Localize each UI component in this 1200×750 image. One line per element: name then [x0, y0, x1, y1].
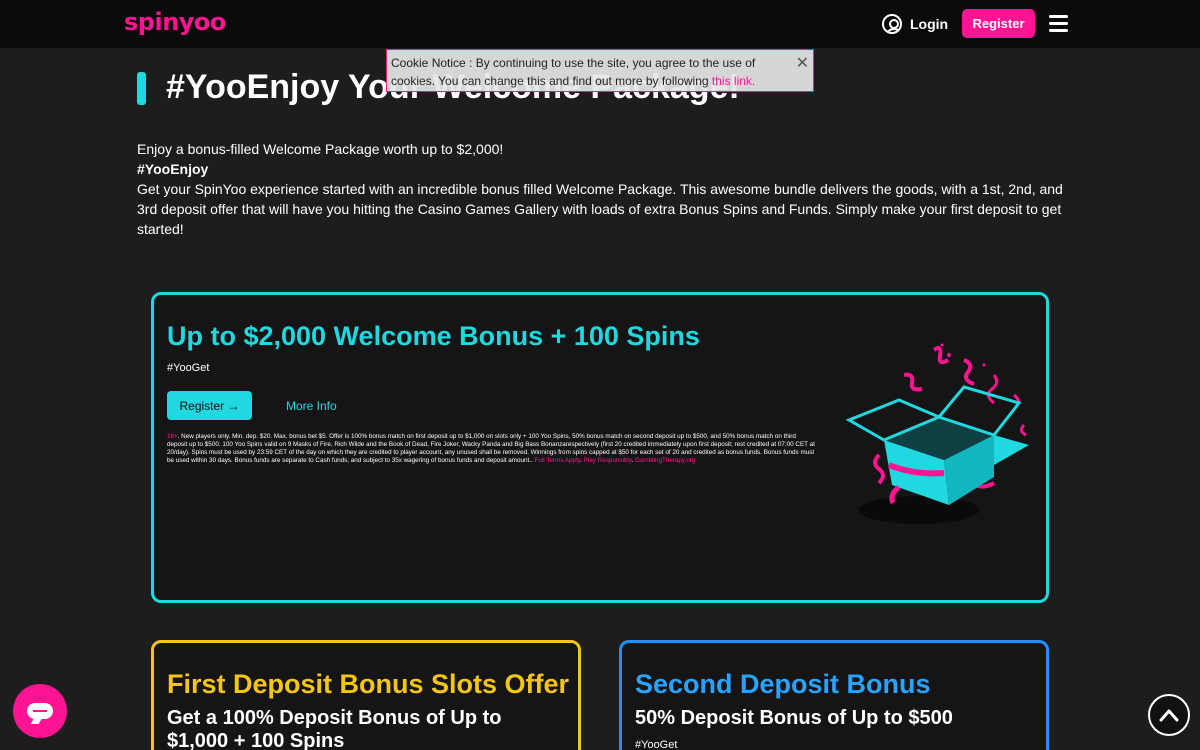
hamburger-icon[interactable] — [1049, 15, 1068, 33]
scroll-to-top-button[interactable] — [1148, 694, 1190, 736]
chat-icon — [27, 703, 53, 719]
play-responsibly-link[interactable]: Play Responsibly — [584, 457, 632, 464]
terms-text: 18+. New players only. Min. dep. $20. Ma… — [167, 433, 815, 464]
card-subtitle: Get a 100% Deposit Bonus of Up to $1,000… — [167, 707, 502, 750]
first-deposit-card: First Deposit Bonus Slots Offer Get a 10… — [151, 640, 581, 750]
cookie-text: Cookie Notice : By continuing to use the… — [391, 56, 756, 88]
intro-paragraph: Get your SpinYoo experience started with… — [137, 181, 1063, 237]
full-terms-link[interactable]: Full Terms Apply — [535, 457, 581, 464]
top-navigation-bar: spinyoo Login Register — [0, 0, 1200, 48]
intro-section: Enjoy a bonus-filled Welcome Package wor… — [137, 139, 1067, 239]
heading-accent-bar — [137, 72, 146, 105]
age-restriction: 18+ — [167, 433, 178, 440]
welcome-bonus-title: Up to $2,000 Welcome Bonus + 100 Spins — [167, 321, 700, 351]
header-register-button[interactable]: Register — [962, 9, 1035, 38]
cookie-link[interactable]: this link. — [712, 74, 755, 88]
login-button[interactable]: Login — [882, 12, 948, 36]
welcome-bonus-card: Up to $2,000 Welcome Bonus + 100 Spins #… — [151, 292, 1049, 603]
spinyoo-logo[interactable]: spinyoo — [124, 8, 226, 36]
gambling-therapy-link[interactable]: GamblingTherapy.org — [635, 457, 695, 464]
card-title: Second Deposit Bonus — [635, 669, 931, 699]
chevron-up-icon — [1159, 709, 1179, 722]
welcome-bonus-tag: #YooGet — [167, 362, 210, 374]
register-button[interactable]: Register → — [167, 391, 252, 420]
card-tag: #YooGet — [635, 739, 678, 750]
close-icon[interactable]: ✕ — [796, 55, 809, 73]
gift-box-icon — [845, 343, 1029, 524]
card-subtitle: 50% Deposit Bonus of Up to $500 — [635, 707, 953, 729]
terms-body: . New players only. Min. dep. $20. Max. … — [167, 433, 815, 464]
intro-hashtag: #YooEnjoy — [137, 161, 209, 177]
more-info-link[interactable]: More Info — [286, 399, 337, 413]
chat-button[interactable] — [13, 684, 67, 738]
intro-line: Enjoy a bonus-filled Welcome Package wor… — [137, 141, 504, 157]
card-title: First Deposit Bonus Slots Offer — [167, 669, 570, 699]
user-icon — [882, 14, 902, 34]
cookie-notice: Cookie Notice : By continuing to use the… — [386, 49, 814, 92]
second-deposit-card: Second Deposit Bonus 50% Deposit Bonus o… — [619, 640, 1049, 750]
login-label: Login — [910, 16, 949, 32]
